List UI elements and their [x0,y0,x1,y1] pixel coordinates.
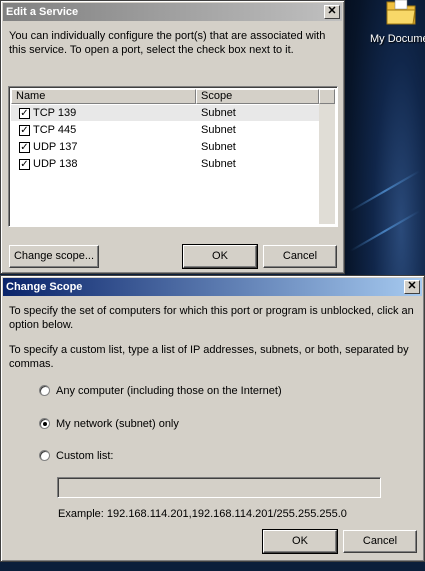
port-scope: Subnet [201,124,236,136]
ok-button[interactable]: OK [262,529,338,554]
port-checkbox[interactable]: ✓ [19,142,30,153]
port-checkbox[interactable]: ✓ [19,108,30,119]
scope-instruction-2: To specify a custom list, type a list of… [9,344,409,370]
change-scope-dialog: Change Scope ✕ To specify the set of com… [0,275,425,562]
table-row[interactable]: ✓ UDP 138 Subnet [11,156,320,172]
table-row[interactable]: ✓ TCP 139 Subnet [11,105,320,121]
port-name: UDP 137 [33,141,78,153]
port-checkbox[interactable]: ✓ [19,125,30,136]
table-row[interactable]: ✓ TCP 445 Subnet [11,122,320,138]
port-name: TCP 445 [33,124,77,136]
radio-button[interactable] [39,385,50,396]
column-header-name[interactable]: Name [11,89,196,104]
radio-button[interactable] [39,450,50,461]
list-scrollbar[interactable] [319,104,335,224]
port-scope: Subnet [201,141,236,153]
radio-label: Any computer (including those on the Int… [56,385,282,397]
port-name: UDP 138 [33,158,78,170]
desktop-icon-label[interactable]: My Docume [370,33,425,45]
port-scope: Subnet [201,107,236,119]
edit-service-title: Edit a Service [6,6,79,18]
change-scope-button[interactable]: Change scope... [9,245,99,268]
example-text: Example: 192.168.114.201,192.168.114.201… [58,508,347,520]
close-icon[interactable]: ✕ [324,5,340,19]
radio-label: My network (subnet) only [56,418,179,430]
custom-list-input[interactable] [57,477,381,498]
radio-any-computer[interactable]: Any computer (including those on the Int… [38,384,338,400]
column-header-scope[interactable]: Scope [196,89,319,104]
change-scope-titlebar[interactable]: Change Scope ✕ [3,278,422,296]
port-checkbox[interactable]: ✓ [19,159,30,170]
cancel-button[interactable]: Cancel [343,530,417,553]
radio-custom-list[interactable]: Custom list: [38,449,338,465]
column-header-filler [319,89,335,104]
cancel-button[interactable]: Cancel [263,245,337,268]
radio-button[interactable] [39,418,50,429]
port-scope: Subnet [201,158,236,170]
port-list[interactable]: Name Scope ✓ TCP 139 Subnet ✓ TCP 445 Su… [8,86,338,227]
desktop-strip [0,562,425,571]
scope-instruction-1: To specify the set of computers for whic… [9,305,414,331]
change-scope-title: Change Scope [6,281,83,293]
folder-icon[interactable] [383,0,419,26]
edit-service-dialog: Edit a Service ✕ You can individually co… [0,0,345,274]
table-row[interactable]: ✓ UDP 137 Subnet [11,139,320,155]
close-icon[interactable]: ✕ [404,280,420,294]
port-name: TCP 139 [33,107,77,119]
radio-label: Custom list: [56,450,114,462]
ok-button[interactable]: OK [182,244,258,269]
edit-service-description: You can individually configure the port(… [9,30,326,56]
radio-my-network[interactable]: My network (subnet) only [38,417,338,433]
edit-service-titlebar[interactable]: Edit a Service ✕ [3,3,342,21]
